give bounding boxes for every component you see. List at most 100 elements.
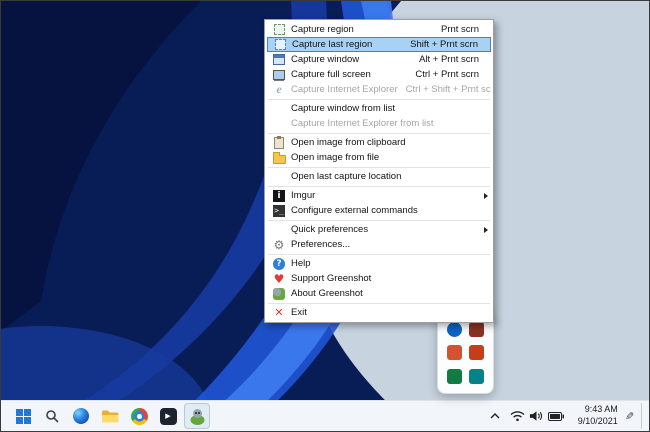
menu-item-open-image-from-clipboard[interactable]: Open image from clipboard [267, 135, 491, 150]
chevron-up-icon [490, 413, 500, 419]
menu-item-preferences[interactable]: Preferences... [267, 237, 491, 252]
menu-item-capture-internet-explorer-from-list: Capture Internet Explorer from list [267, 116, 491, 131]
menu-item-label: Capture window from list [291, 103, 396, 114]
menu-item-label: Capture Internet Explorer [291, 84, 398, 95]
menu-item-label: Capture Internet Explorer from list [291, 118, 434, 129]
tray-clock-time: 9:43 AM [584, 404, 618, 415]
menu-item-label: Capture window [291, 54, 360, 65]
menu-separator [268, 185, 490, 187]
menu-item-about-greenshot[interactable]: About Greenshot [267, 286, 491, 301]
pen-icon [625, 410, 634, 423]
menu-item-label: Support Greenshot [291, 273, 372, 284]
wifi-icon [510, 411, 525, 422]
menu-separator [268, 132, 490, 134]
menu-item-support-greenshot[interactable]: Support Greenshot [267, 271, 491, 286]
menu-separator [268, 166, 490, 168]
tray-app-icon-5[interactable] [446, 368, 462, 384]
greenshot-app[interactable] [184, 403, 210, 429]
menu-item-shortcut: Ctrl + Prnt scrn [415, 69, 479, 80]
start-button[interactable] [10, 403, 36, 429]
greenshot-icon [273, 287, 285, 300]
menu-item-label: Configure external commands [291, 205, 418, 216]
network-volume-battery-button[interactable] [508, 404, 567, 428]
menu-item-capture-last-region[interactable]: Capture last region Shift + Prnt scrn [267, 37, 491, 52]
menu-separator [268, 219, 490, 221]
greenshot-context-menu: Capture region Prnt scrn Capture last re… [264, 19, 494, 323]
desktop: Capture region Prnt scrn Capture last re… [0, 0, 650, 432]
menu-item-label: Open last capture location [291, 171, 402, 182]
media-app[interactable] [155, 403, 181, 429]
tray-app-icon-3[interactable] [446, 345, 462, 361]
menu-item-capture-full-screen[interactable]: Capture full screen Ctrl + Prnt scrn [267, 67, 491, 82]
tray-app-icon-4[interactable] [469, 345, 485, 361]
tray-app-icon-6[interactable] [469, 368, 485, 384]
tray-clock[interactable]: 9:43 AM 9/10/2021 [572, 404, 618, 427]
menu-item-label: About Greenshot [291, 288, 363, 299]
menu-separator [268, 98, 490, 100]
file-explorer-icon [102, 410, 119, 422]
menu-item-open-last-capture-location[interactable]: Open last capture location [267, 169, 491, 184]
external-commands-icon [273, 204, 285, 217]
gear-icon [274, 239, 285, 251]
menu-item-open-image-from-file[interactable]: Open image from file [267, 150, 491, 165]
capture-window-icon [273, 54, 285, 65]
exit-icon [274, 307, 283, 318]
search-button[interactable] [39, 403, 65, 429]
menu-item-shortcut: Ctrl + Shift + Prnt scrn [405, 84, 491, 95]
menu-item-capture-region[interactable]: Capture region Prnt scrn [267, 22, 491, 37]
menu-item-label: Capture region [291, 24, 354, 35]
menu-item-label: Imgur [291, 190, 316, 201]
clipboard-icon [274, 135, 284, 149]
greenshot-icon [190, 408, 204, 425]
search-icon [46, 410, 59, 423]
show-desktop-strip[interactable] [641, 403, 644, 429]
taskbar-tray-area: 9:43 AM 9/10/2021 [487, 403, 648, 429]
tray-app-icon-2[interactable] [469, 322, 485, 338]
folder-image-icon [272, 151, 286, 164]
chrome-icon [130, 407, 148, 425]
menu-item-label: Help [291, 258, 311, 269]
menu-item-help[interactable]: Help [267, 256, 491, 271]
tray-clock-date: 9/10/2021 [577, 416, 618, 426]
menu-item-capture-window[interactable]: Capture window Alt + Prnt scrn [267, 52, 491, 67]
submenu-arrow-icon [484, 226, 488, 233]
submenu-arrow-icon [484, 192, 488, 199]
tray-app-icon-1[interactable] [446, 322, 462, 338]
taskbar-app-area [4, 403, 210, 429]
menu-item-capture-internet-explorer: Capture Internet Explorer Ctrl + Shift +… [267, 82, 491, 97]
edge-app[interactable] [68, 403, 94, 429]
capture-full-screen-icon [273, 69, 285, 80]
menu-separator [268, 302, 490, 304]
menu-item-capture-window-from-list[interactable]: Capture window from list [267, 101, 491, 116]
volume-icon [529, 411, 542, 421]
help-icon [273, 257, 285, 270]
menu-item-label: Exit [291, 307, 307, 318]
show-hidden-icons-button[interactable] [487, 404, 503, 428]
menu-item-label: Preferences... [291, 239, 351, 250]
tray-overflow-flyout [437, 312, 494, 394]
menu-item-shortcut: Prnt scrn [440, 24, 479, 35]
file-explorer-app[interactable] [97, 403, 123, 429]
menu-item-shortcut: Shift + Prnt scrn [410, 39, 478, 50]
edge-icon [73, 408, 89, 424]
menu-item-configure-external-commands[interactable]: Configure external commands [267, 203, 491, 218]
pen-workspace-button[interactable] [623, 404, 636, 428]
chrome-app[interactable] [126, 403, 152, 429]
menu-item-label: Capture last region [292, 39, 373, 50]
menu-item-label: Quick preferences [291, 224, 369, 235]
menu-item-label: Capture full screen [291, 69, 371, 80]
menu-item-imgur[interactable]: Imgur [267, 188, 491, 203]
battery-icon [547, 411, 564, 421]
media-player-icon [159, 407, 177, 425]
menu-item-quick-preferences[interactable]: Quick preferences [267, 222, 491, 237]
menu-separator [268, 253, 490, 255]
menu-item-label: Open image from file [291, 152, 380, 163]
imgur-icon [273, 189, 285, 202]
capture-last-region-icon [274, 39, 286, 50]
menu-item-exit[interactable]: Exit [267, 305, 491, 320]
windows-logo-icon [15, 408, 31, 424]
taskbar: 9:43 AM 9/10/2021 [1, 400, 649, 431]
internet-explorer-icon [276, 82, 281, 97]
capture-region-icon [273, 24, 285, 35]
menu-item-shortcut: Alt + Prnt scrn [419, 54, 479, 65]
